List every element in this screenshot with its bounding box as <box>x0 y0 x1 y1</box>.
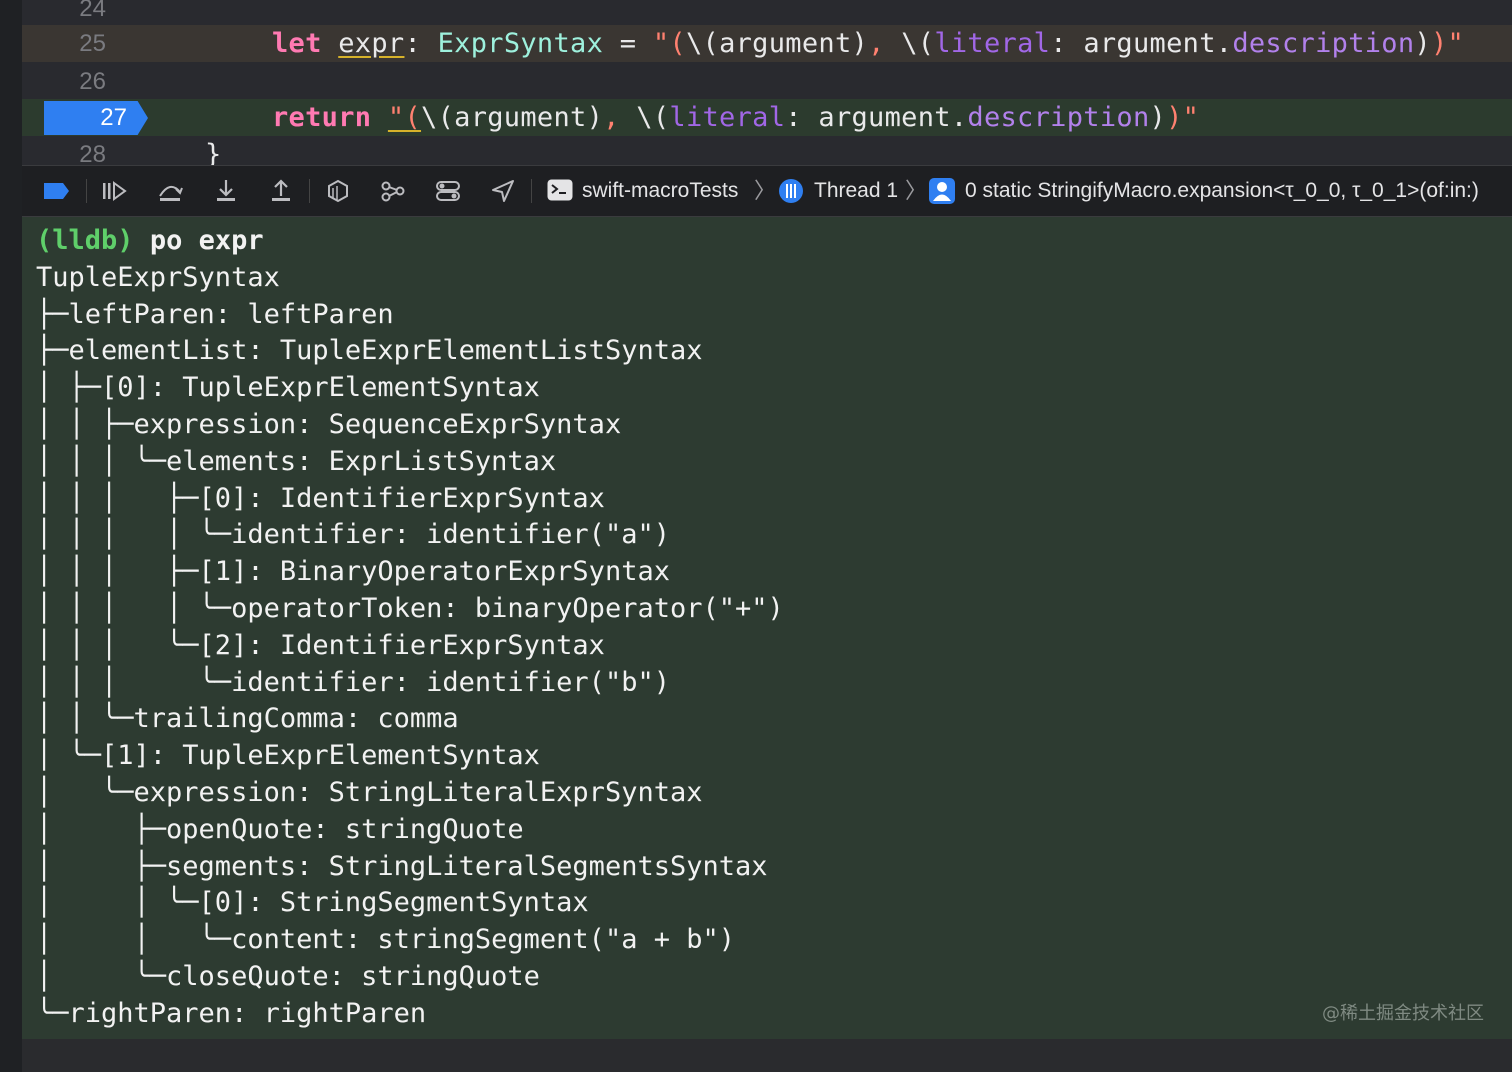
console-line: │ │ │ │ ╰─operatorToken: binaryOperator(… <box>36 592 784 624</box>
console-line: ├─leftParen: leftParen <box>36 298 394 330</box>
console-line: │ │ │ ╰─elements: ExprListSyntax <box>36 445 557 477</box>
console-line: │ ╰─expression: StringLiteralExprSyntax <box>36 776 703 808</box>
frame-icon <box>929 178 955 204</box>
console-line: │ │ ├─expression: SequenceExprSyntax <box>36 408 622 440</box>
environment-overrides-icon[interactable] <box>434 178 462 204</box>
console-line: ╰─rightParen: rightParen <box>36 997 427 1029</box>
breadcrumb-thread[interactable]: Thread 1 <box>814 166 898 216</box>
step-into-icon[interactable] <box>212 178 240 204</box>
step-out-icon[interactable] <box>267 178 295 204</box>
code-text[interactable]: return "(\(argument), \(literal: argumen… <box>272 99 1199 136</box>
location-icon[interactable] <box>489 178 517 204</box>
line-number[interactable]: 26 <box>22 63 106 100</box>
view-hierarchy-icon[interactable] <box>324 178 352 204</box>
code-text[interactable]: } <box>205 136 222 165</box>
chevron-right-icon: 〉 <box>754 178 777 203</box>
code-line-27-current[interactable]: 27 return "(\(argument), \(literal: argu… <box>22 99 1512 136</box>
console-line: │ ├─[0]: TupleExprElementSyntax <box>36 372 540 404</box>
debug-console[interactable]: (lldb) po expr TupleExprSyntax ├─leftPar… <box>22 217 1512 1039</box>
console-line: │ │ │ │ ╰─identifier: identifier("a") <box>36 519 670 551</box>
source-editor[interactable]: 24 25 let expr: ExprSyntax = "(\(argumen… <box>22 0 1512 165</box>
code-text[interactable]: let expr: ExprSyntax = "(\(argument), \(… <box>272 25 1464 62</box>
console-line: │ ╰─closeQuote: stringQuote <box>36 960 540 992</box>
console-line: │ ├─openQuote: stringQuote <box>36 813 524 845</box>
code-line-28[interactable]: 28 } <box>22 136 1512 165</box>
console-line: │ │ │ ╰─[2]: IdentifierExprSyntax <box>36 629 605 661</box>
variable-name: expr <box>338 28 405 59</box>
lldb-command: po expr <box>149 225 264 256</box>
console-line: │ │ │ ├─[0]: IdentifierExprSyntax <box>36 482 605 514</box>
code-line-25[interactable]: 25 let expr: ExprSyntax = "(\(argument),… <box>22 25 1512 62</box>
console-bottom-bar <box>22 1039 1512 1072</box>
console-output[interactable]: (lldb) po expr TupleExprSyntax ├─leftPar… <box>36 223 784 1033</box>
breadcrumb-target[interactable]: swift-macroTests <box>582 166 738 216</box>
console-line: │ ╰─[1]: TupleExprElementSyntax <box>36 740 540 772</box>
breadcrumb-stack-frame[interactable]: 0 static StringifyMacro.expansion<τ_0_0,… <box>965 166 1479 216</box>
console-line: │ │ ╰─content: stringSegment("a + b") <box>36 924 735 956</box>
thread-icon <box>779 179 803 203</box>
terminal-icon <box>547 179 573 201</box>
console-line: ├─elementList: TupleExprElementListSynta… <box>36 335 703 367</box>
console-line: │ │ │ ╰─identifier: identifier("b") <box>36 666 670 698</box>
type-name: ExprSyntax <box>437 28 604 59</box>
console-line: │ │ ╰─trailingComma: comma <box>36 703 459 735</box>
line-number[interactable]: 28 <box>22 136 106 165</box>
line-number[interactable]: 25 <box>22 25 106 62</box>
watermark: @稀土掘金技术社区 <box>1322 1003 1484 1024</box>
left-gutter-strip <box>0 0 22 1072</box>
console-line: │ │ │ ├─[1]: BinaryOperatorExprSyntax <box>36 556 670 588</box>
debug-bar: swift-macroTests 〉 Thread 1 〉 0 static S… <box>22 165 1512 217</box>
breakpoints-toggle-icon[interactable] <box>42 178 70 204</box>
lldb-prompt: (lldb) <box>36 225 134 256</box>
line-number[interactable]: 24 <box>22 0 106 27</box>
memory-graph-icon[interactable] <box>379 178 407 204</box>
chevron-right-icon: 〉 <box>905 178 928 203</box>
console-line: │ │ ╰─[0]: StringSegmentSyntax <box>36 887 589 919</box>
divider <box>86 179 87 203</box>
continue-icon[interactable] <box>100 178 128 204</box>
console-output-lines: TupleExprSyntax ├─leftParen: leftParen ├… <box>36 262 784 1029</box>
console-line: │ ├─segments: StringLiteralSegmentsSynta… <box>36 850 768 882</box>
current-line-indicator[interactable]: 27 <box>44 101 148 135</box>
code-line-24[interactable]: 24 <box>22 0 1512 27</box>
step-over-icon[interactable] <box>156 178 184 204</box>
divider <box>309 179 310 203</box>
divider <box>531 179 532 203</box>
console-line: TupleExprSyntax <box>36 261 280 293</box>
code-line-26[interactable]: 26 <box>22 63 1512 100</box>
